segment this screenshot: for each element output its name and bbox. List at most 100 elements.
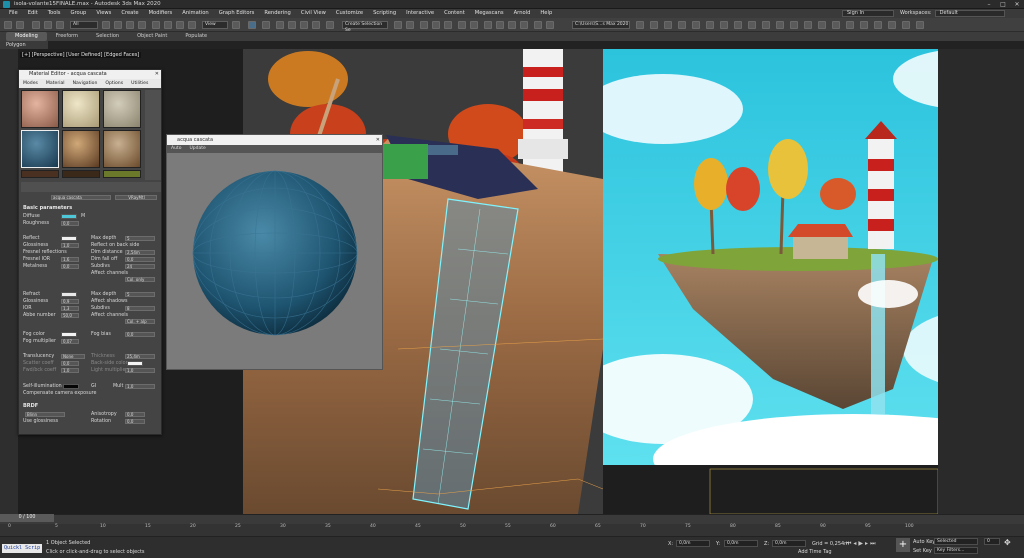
material-editor-icon[interactable] [484,21,492,29]
thickness-field[interactable]: 25,4m [125,354,155,359]
menu-animation[interactable]: Animation [177,9,213,18]
rendered-frame-window-icon[interactable] [508,21,516,29]
tab-freeform[interactable]: Freeform [47,32,87,41]
maximize-button[interactable]: □ [996,0,1010,9]
reflect-subdivs-field[interactable]: 24 [125,264,155,269]
affect-shadows-checkbox[interactable]: Affect shadows [91,299,127,304]
translucency-dropdown[interactable]: None [61,354,85,359]
undo-icon[interactable] [4,21,12,29]
fresnel-checkbox[interactable]: Fresnel reflections [23,250,67,255]
window-crossing-icon[interactable] [138,21,146,29]
viewport-label-menu[interactable]: [+] [Perspective] [User Defined] [Edged … [20,52,142,58]
preview-auto-checkbox[interactable]: Auto [167,145,185,153]
menu-tools[interactable]: Tools [43,9,66,18]
vray-toolbar-icon[interactable] [832,21,840,29]
use-glossiness-radio[interactable]: Use glossiness [23,419,58,424]
material-slot[interactable] [62,90,100,128]
vray-fur-icon[interactable] [734,21,742,29]
refract-affect-channels-dropdown[interactable]: Col. + alp [125,319,155,324]
dim-falloff-field[interactable]: 0,0 [125,257,155,262]
material-type-button[interactable]: VRayMtl [115,195,157,200]
rectangular-selection-icon[interactable] [126,21,134,29]
reflect-max-depth-field[interactable]: 5 [125,236,155,241]
spinner-snap-icon[interactable] [312,21,320,29]
brdf-type-dropdown[interactable]: Blinn [25,412,65,417]
track-bar[interactable]: 0 5 10 15 20 25 30 35 40 45 50 55 60 65 … [0,524,1024,536]
menu-customize[interactable]: Customize [331,9,368,18]
light-multiplier-field[interactable]: 1,0 [125,368,155,373]
compensate-exposure-checkbox[interactable]: Compensate camera exposure [23,391,96,396]
vray-material-icon[interactable] [902,21,910,29]
redo-icon[interactable] [16,21,24,29]
keyboard-shortcut-icon[interactable] [262,21,270,29]
vray-mesh-export-icon[interactable] [790,21,798,29]
named-selection-set-dropdown[interactable]: Create Selection Se [342,21,388,33]
arnold-light-icon[interactable] [664,21,672,29]
menu-edit[interactable]: Edit [23,9,43,18]
reflect-affect-channels-dropdown[interactable]: Col. only [125,277,155,282]
rotation-field[interactable]: 0,0 [125,419,145,424]
vray-settings-icon[interactable] [846,21,854,29]
key-filters-button[interactable]: Key Filters... [934,547,978,554]
percent-snap-icon[interactable] [300,21,308,29]
select-scale-icon[interactable] [176,21,184,29]
mirror-icon[interactable] [394,21,402,29]
toggle-ribbon-icon[interactable] [444,21,452,29]
select-rotate-icon[interactable] [164,21,172,29]
vray-vfb-icon[interactable] [860,21,868,29]
me-menu-material[interactable]: Material [42,79,69,88]
scene-explorer-icon[interactable] [420,21,428,29]
reflect-glossiness-field[interactable]: 1,0 [61,243,79,248]
tab-selection[interactable]: Selection [87,32,128,41]
menu-group[interactable]: Group [66,9,92,18]
dim-distance-field[interactable]: 2,54m [125,250,155,255]
menu-megascans[interactable]: Megascans [470,9,509,18]
polygon-modeling-panel[interactable]: Polygon Modeling [0,41,48,56]
edit-named-selection-icon[interactable] [326,21,334,29]
reflect-color-swatch[interactable] [61,236,77,241]
current-frame-field[interactable]: 0 [984,538,1000,545]
material-slot[interactable] [21,170,59,178]
self-illum-mult-field[interactable]: 1,0 [125,384,155,389]
preview-update-button[interactable]: Update [185,145,209,153]
menu-views[interactable]: Views [91,9,116,18]
material-slot[interactable] [21,90,59,128]
selection-filter-dropdown[interactable]: All [70,21,98,29]
diffuse-map-button[interactable]: M [81,214,85,219]
roughness-field[interactable]: 0,0 [61,221,79,226]
menu-file[interactable]: File [4,9,23,18]
go-to-end-icon[interactable]: ⏭ [870,540,875,554]
menu-arnold[interactable]: Arnold [509,9,536,18]
anisotropy-field[interactable]: 0,0 [125,412,145,417]
project-folder-icon[interactable] [636,21,644,29]
set-key-button[interactable]: Set Key [913,548,932,554]
auto-key-button[interactable]: Auto Key [913,539,935,545]
set-key-icon[interactable]: + [896,538,910,552]
fresnel-ior-field[interactable]: 1,6 [61,257,79,262]
vray-proxy-icon[interactable] [720,21,728,29]
render-production-icon[interactable] [520,21,528,29]
vray-plane-icon[interactable] [776,21,784,29]
material-editor-close-icon[interactable]: ✕ [155,70,159,79]
vray-light-icon[interactable] [678,21,686,29]
me-menu-options[interactable]: Options [101,79,127,88]
preview-close-icon[interactable]: ✕ [376,135,380,145]
tab-object-paint[interactable]: Object Paint [128,32,176,41]
vray-sphere-fade-icon[interactable] [762,21,770,29]
tab-populate[interactable]: Populate [176,32,216,41]
menu-create[interactable]: Create [116,9,143,18]
z-coordinate-field[interactable]: 0,0m [772,540,806,547]
sign-in-dropdown[interactable]: Sign In [842,10,894,17]
ior-field[interactable]: 1,3 [61,306,79,311]
viewport-navigation-icons[interactable]: ✥ [1004,538,1020,554]
back-side-color-swatch[interactable] [127,361,143,366]
material-slot-selected[interactable] [21,130,59,168]
menu-civil-view[interactable]: Civil View [296,9,331,18]
material-slot[interactable] [62,130,100,168]
render-setup-icon[interactable] [496,21,504,29]
vray-ipr-icon[interactable] [874,21,882,29]
me-menu-modes[interactable]: Modes [19,79,42,88]
abbe-field[interactable]: 50,0 [61,313,79,318]
diffuse-color-swatch[interactable] [61,214,77,219]
self-illumination-swatch[interactable] [63,384,79,389]
